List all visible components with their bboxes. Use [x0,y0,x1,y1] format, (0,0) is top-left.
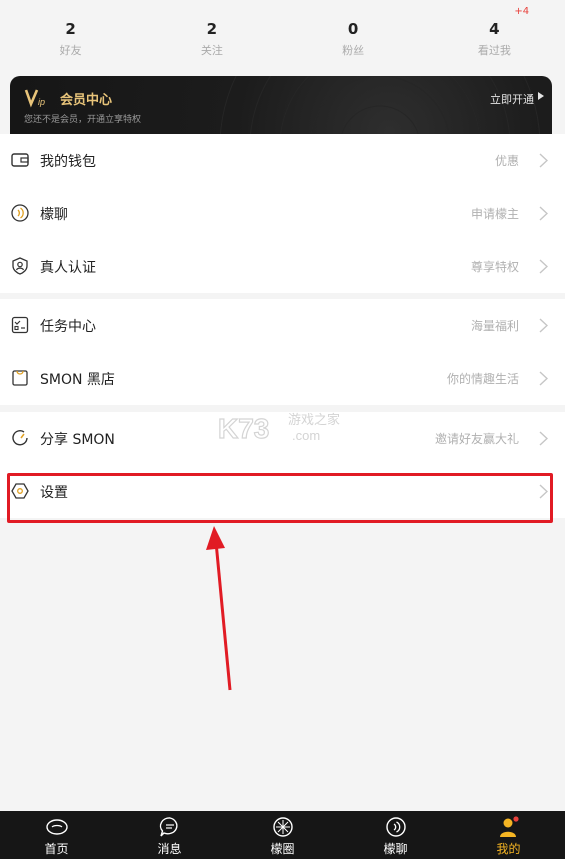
settings-highlight-box [7,473,553,523]
menu-item-hint: 你的情趣生活 [446,372,519,386]
triangle-right-icon [538,92,544,100]
shield-user-icon [12,257,28,275]
svg-text:ip: ip [38,97,45,107]
watermark-suffix: .com [292,428,320,443]
tab-label: 檬聊 [383,842,408,856]
stat-fans[interactable]: 0 粉丝 [283,0,424,70]
menu-item-title: 檬聊 [40,206,68,223]
tab-label: 我的 [496,842,521,856]
annotation-arrow [206,526,232,691]
menu-item-smon-shop[interactable]: SMON 黑店 你的情趣生活 [0,352,565,405]
chevron-right-icon [539,206,548,221]
stat-count: 2 [65,20,76,38]
menu-item-mengliao[interactable]: 檬聊 申请檬主 [0,187,565,240]
menu-item-wallet[interactable]: 我的钱包 优惠 [0,134,565,187]
chevron-right-icon [539,153,548,168]
shop-bag-icon [12,370,28,386]
stat-friends[interactable]: 2 好友 [0,0,141,70]
stat-label: 好友 [59,44,82,57]
stat-count: 4 [489,20,500,38]
menu-item-title: 分享 SMON [40,431,115,448]
profile-stats: 2 好友 2 关注 0 粉丝 +4 4 看过我 [0,0,565,70]
home-icon [45,819,68,835]
bottom-nav: 首页 消息 檬圈 檬聊 我的 [0,811,565,859]
menu-item-task-center[interactable]: 任务中心 海量福利 [0,299,565,352]
tab-messages[interactable]: 消息 [113,811,226,859]
site-watermark: K73 游戏之家 .com [218,412,340,445]
task-list-icon [11,316,29,334]
tab-profile[interactable]: 我的 [452,811,565,859]
tab-home[interactable]: 首页 [0,811,113,859]
tab-label: 消息 [157,842,182,856]
menu-group-services: 任务中心 海量福利 SMON 黑店 你的情趣生活 [0,299,565,405]
stat-visitors[interactable]: +4 4 看过我 [424,0,565,70]
menu-item-hint: 优惠 [494,154,519,168]
chat-waves-icon [11,204,29,222]
tab-chat[interactable]: 檬聊 [339,811,452,859]
circle-icon [272,817,293,837]
tab-circle[interactable]: 檬圈 [226,811,339,859]
menu-group-account: 我的钱包 优惠 檬聊 申请檬主 真人认证 尊享特权 [0,134,565,293]
vip-title: 会员中心 [60,93,113,108]
stat-count: 0 [347,20,359,38]
visitor-badge: +4 [514,6,530,17]
chevron-right-icon [539,318,548,333]
watermark-text: 游戏之家 [288,412,340,428]
vip-banner[interactable]: ip 会员中心 您还不是会员，开通立享特权 立即开通 [10,76,552,138]
chevron-right-icon [539,431,548,446]
stat-label: 关注 [200,44,223,57]
vip-subtitle: 您还不是会员，开通立享特权 [24,115,142,125]
vip-open-button[interactable]: 立即开通 [490,91,534,107]
stat-label: 粉丝 [342,44,365,57]
share-icon [12,430,28,446]
stat-count: 2 [206,20,218,38]
chat-icon [385,817,406,837]
message-icon [159,817,178,837]
menu-item-title: 任务中心 [40,318,96,335]
menu-item-title: 我的钱包 [40,153,96,170]
watermark-brand: K73 [218,413,269,444]
menu-item-hint: 邀请好友赢大礼 [434,432,519,446]
stat-following[interactable]: 2 关注 [141,0,282,70]
menu-item-title: SMON 黑店 [40,371,115,388]
vip-logo-icon: ip [24,89,45,108]
tab-label: 檬圈 [270,842,295,856]
menu-item-title: 真人认证 [40,259,96,276]
stat-label: 看过我 [477,44,511,57]
profile-icon [499,816,519,837]
chevron-right-icon [539,259,548,274]
tab-label: 首页 [44,842,69,856]
menu-item-hint: 申请檬主 [470,207,519,221]
menu-item-hint: 尊享特权 [470,260,519,274]
chevron-right-icon [539,371,548,386]
menu-item-verification[interactable]: 真人认证 尊享特权 [0,240,565,293]
menu-item-hint: 海量福利 [470,319,519,333]
wallet-icon [11,153,29,167]
